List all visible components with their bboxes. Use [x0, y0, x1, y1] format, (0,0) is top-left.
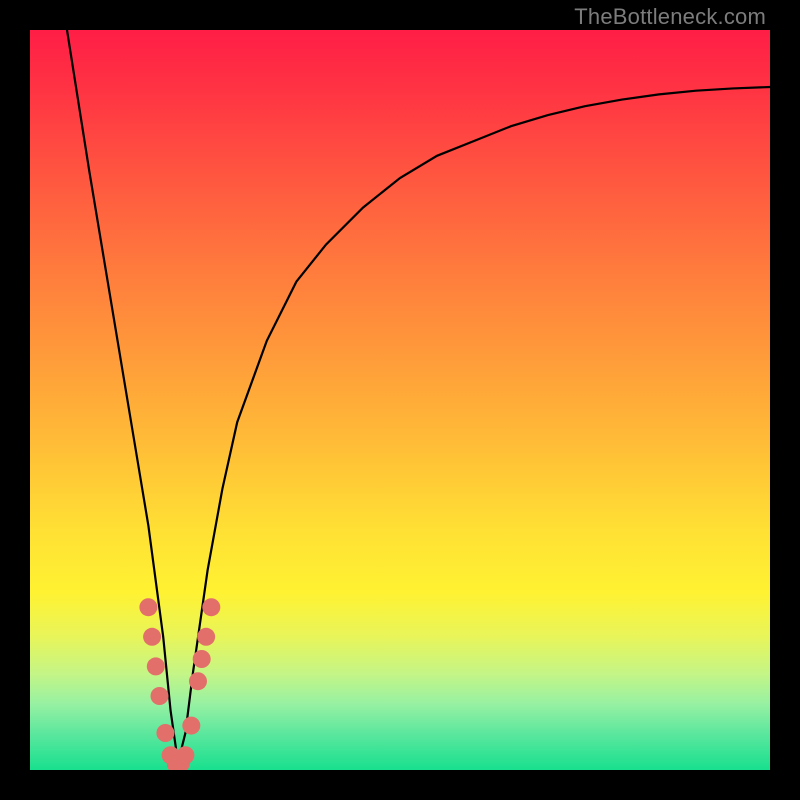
highlight-dot — [139, 598, 157, 616]
highlight-dots — [139, 598, 220, 770]
bottleneck-curve — [67, 30, 770, 763]
watermark-text: TheBottleneck.com — [574, 4, 766, 30]
plot-area — [30, 30, 770, 770]
highlight-dot — [143, 628, 161, 646]
highlight-dot — [197, 628, 215, 646]
highlight-dot — [189, 672, 207, 690]
curve-svg — [30, 30, 770, 770]
highlight-dot — [182, 717, 200, 735]
highlight-dot — [202, 598, 220, 616]
highlight-dot — [151, 687, 169, 705]
highlight-dot — [147, 657, 165, 675]
highlight-dot — [193, 650, 211, 668]
chart-frame: TheBottleneck.com — [0, 0, 800, 800]
highlight-dot — [176, 746, 194, 764]
highlight-dot — [156, 724, 174, 742]
